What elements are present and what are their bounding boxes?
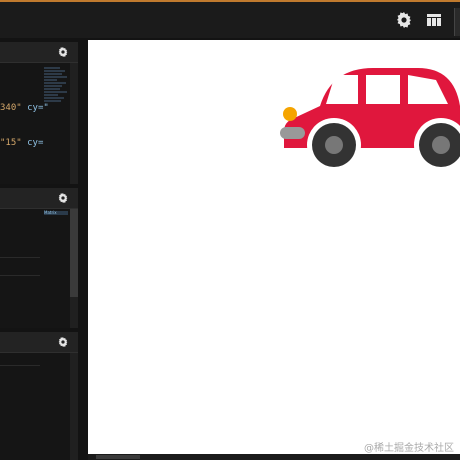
panel-header bbox=[0, 188, 78, 209]
code-line: 340" cy=" bbox=[0, 103, 49, 113]
toolbar-edge-button[interactable] bbox=[454, 8, 460, 36]
panel-header bbox=[0, 42, 78, 63]
bumper bbox=[280, 127, 305, 139]
gear-icon[interactable] bbox=[58, 337, 68, 347]
gear-icon[interactable] bbox=[58, 47, 68, 57]
car bbox=[280, 68, 460, 172]
top-toolbar bbox=[0, 2, 460, 38]
watermark: @稀土掘金技术社区 bbox=[364, 443, 454, 454]
preview-pane bbox=[88, 40, 460, 454]
panel-header bbox=[0, 332, 78, 353]
hubcap-rear bbox=[432, 136, 450, 154]
preview-bottom-bar bbox=[88, 454, 460, 460]
layout-grid-icon[interactable] bbox=[427, 14, 441, 26]
scrollbar[interactable] bbox=[70, 63, 78, 184]
gear-icon[interactable] bbox=[58, 193, 68, 203]
code-minimap[interactable] bbox=[44, 66, 70, 181]
divider bbox=[0, 365, 40, 366]
hubcap-front bbox=[325, 136, 343, 154]
minimap-label: Matrix bbox=[44, 211, 68, 215]
horizontal-scrollbar[interactable] bbox=[96, 455, 140, 459]
car-illustration bbox=[280, 68, 460, 172]
code-editor[interactable]: Matrix bbox=[0, 209, 78, 328]
editor-panel-html: 340" cy=" "15" cy= bbox=[0, 42, 78, 184]
code-line: "15" cy= bbox=[0, 138, 44, 148]
editor-panel-js bbox=[0, 332, 78, 460]
car-roof-window-1 bbox=[326, 75, 358, 104]
code-editor[interactable] bbox=[0, 353, 78, 460]
scrollbar-thumb[interactable] bbox=[70, 209, 78, 297]
scrollbar[interactable] bbox=[70, 353, 78, 460]
code-editor[interactable]: 340" cy=" "15" cy= bbox=[0, 63, 78, 184]
car-roof-window-2 bbox=[366, 75, 400, 104]
headlight bbox=[283, 107, 297, 121]
divider bbox=[0, 275, 40, 276]
divider bbox=[0, 257, 40, 258]
gear-icon[interactable] bbox=[396, 12, 412, 28]
editor-panel-css: Matrix bbox=[0, 188, 78, 328]
